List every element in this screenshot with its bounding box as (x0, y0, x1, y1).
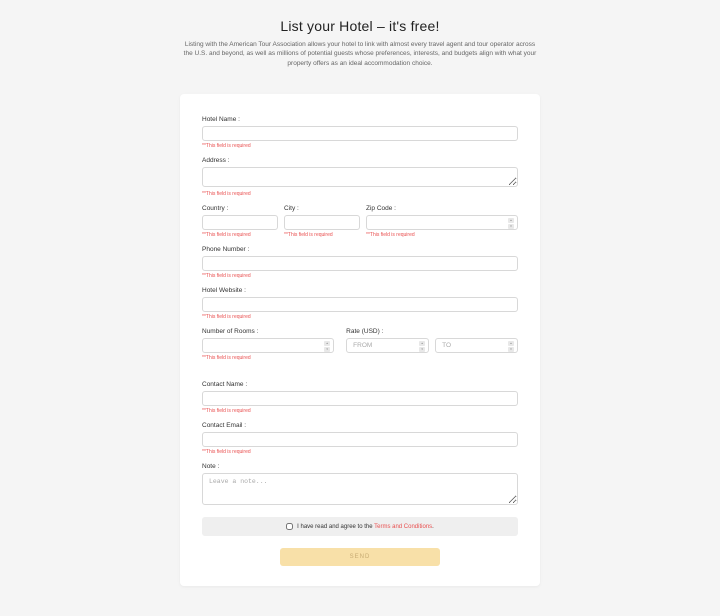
rooms-input-wrap[interactable]: ▴ ▾ (202, 338, 334, 353)
contact-name-input[interactable] (202, 391, 518, 406)
listing-form-card: Hotel Name : **This field is required Ad… (180, 94, 540, 586)
zip-input[interactable] (373, 219, 501, 226)
note-label: Note : (202, 463, 518, 470)
spinner-up-icon[interactable]: ▴ (508, 341, 514, 346)
address-input[interactable] (202, 167, 518, 187)
city-field: City : **This field is required (284, 205, 360, 238)
spinner-up-icon[interactable]: ▴ (419, 341, 425, 346)
note-input[interactable] (202, 473, 518, 505)
phone-label: Phone Number : (202, 246, 518, 253)
rooms-field: Number of Rooms : ▴ ▾ **This field is re… (202, 328, 334, 361)
rooms-spinner: ▴ ▾ (324, 341, 330, 352)
spinner-down-icon[interactable]: ▾ (508, 347, 514, 352)
website-field: Hotel Website : **This field is required (202, 287, 518, 320)
spinner-down-icon[interactable]: ▾ (508, 224, 514, 229)
rate-to-wrap[interactable]: ▴ ▾ (435, 338, 518, 353)
rate-field: Rate (USD) : ▴ ▾ ▴ ▾ (346, 328, 518, 361)
hotel-name-input[interactable] (202, 126, 518, 141)
page-subtitle: Listing with the American Tour Associati… (180, 40, 540, 68)
rooms-input[interactable] (209, 342, 317, 349)
rate-to-spinner: ▴ ▾ (508, 341, 514, 352)
hotel-name-field: Hotel Name : **This field is required (202, 116, 518, 149)
contact-email-input[interactable] (202, 432, 518, 447)
agree-text: I have read and agree to the Terms and C… (297, 524, 434, 530)
country-field: Country : **This field is required (202, 205, 278, 238)
zip-label: Zip Code : (366, 205, 518, 212)
country-error: **This field is required (202, 232, 278, 238)
spinner-up-icon[interactable]: ▴ (324, 341, 330, 346)
zip-field: Zip Code : ▴ ▾ **This field is required (366, 205, 518, 238)
page-title: List your Hotel – it's free! (30, 18, 690, 34)
phone-error: **This field is required (202, 273, 518, 279)
contact-name-field: Contact Name : **This field is required (202, 381, 518, 414)
website-input[interactable] (202, 297, 518, 312)
city-error: **This field is required (284, 232, 360, 238)
hotel-name-error: **This field is required (202, 143, 518, 149)
website-label: Hotel Website : (202, 287, 518, 294)
spinner-up-icon[interactable]: ▴ (508, 218, 514, 223)
zip-spinner: ▴ ▾ (508, 218, 514, 229)
rate-from-wrap[interactable]: ▴ ▾ (346, 338, 429, 353)
address-label: Address : (202, 157, 518, 164)
address-error: **This field is required (202, 191, 518, 197)
address-field: Address : **This field is required (202, 157, 518, 197)
country-input[interactable] (202, 215, 278, 230)
rooms-error: **This field is required (202, 355, 334, 361)
agree-bar: I have read and agree to the Terms and C… (202, 517, 518, 536)
zip-error: **This field is required (366, 232, 518, 238)
website-error: **This field is required (202, 314, 518, 320)
rate-to-input[interactable] (442, 342, 501, 349)
rooms-label: Number of Rooms : (202, 328, 334, 335)
rate-from-input[interactable] (353, 342, 412, 349)
country-label: Country : (202, 205, 278, 212)
city-input[interactable] (284, 215, 360, 230)
agree-prefix: I have read and agree to the (297, 524, 374, 530)
send-button[interactable]: SEND (280, 548, 440, 566)
spinner-down-icon[interactable]: ▾ (324, 347, 330, 352)
spinner-down-icon[interactable]: ▾ (419, 347, 425, 352)
phone-input[interactable] (202, 256, 518, 271)
phone-field: Phone Number : **This field is required (202, 246, 518, 279)
hotel-name-label: Hotel Name : (202, 116, 518, 123)
rate-label: Rate (USD) : (346, 328, 518, 335)
city-label: City : (284, 205, 360, 212)
contact-email-label: Contact Email : (202, 422, 518, 429)
terms-link[interactable]: Terms and Conditions (374, 524, 432, 530)
contact-email-field: Contact Email : **This field is required (202, 422, 518, 455)
contact-email-error: **This field is required (202, 449, 518, 455)
contact-name-error: **This field is required (202, 408, 518, 414)
rate-from-spinner: ▴ ▾ (419, 341, 425, 352)
agree-checkbox[interactable] (286, 523, 293, 530)
contact-name-label: Contact Name : (202, 381, 518, 388)
zip-input-wrap[interactable]: ▴ ▾ (366, 215, 518, 230)
note-field: Note : (202, 463, 518, 507)
agree-suffix: . (432, 524, 434, 530)
